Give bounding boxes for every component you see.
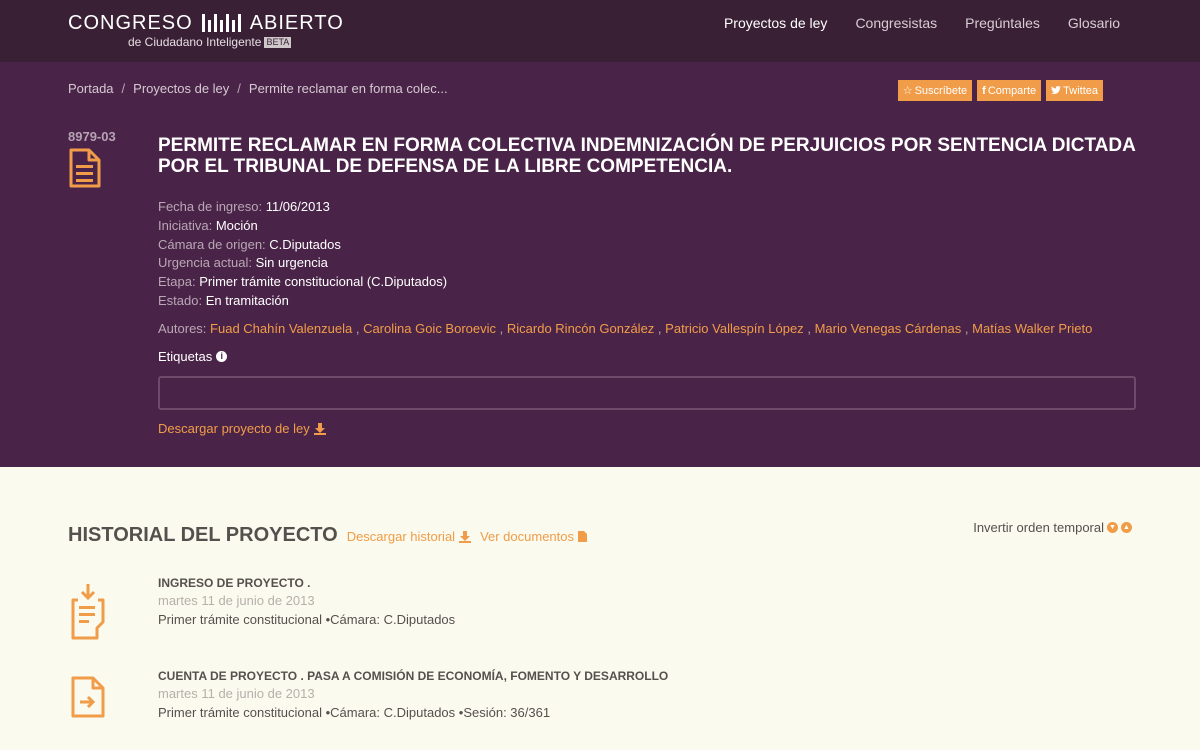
download-bill-label: Descargar proyecto de ley: [158, 421, 310, 436]
brand-bars-icon: [201, 14, 241, 32]
meta-row: Estado: En tramitación: [158, 292, 447, 311]
view-documents-link[interactable]: Ver documentos: [480, 529, 588, 544]
author-link[interactable]: Matías Walker Prieto: [972, 321, 1092, 336]
meta-value: 11/06/2013: [265, 199, 330, 214]
nav-item-glosario[interactable]: Glosario: [1068, 15, 1120, 31]
breadcrumb-separator: /: [237, 81, 241, 96]
meta-value: Sin urgencia: [255, 255, 328, 271]
facebook-icon: f: [982, 84, 986, 97]
meta-row: Urgencia actual: Sin urgencia: [158, 254, 447, 273]
author-separator: ,: [964, 321, 969, 336]
author-link[interactable]: Patricio Vallespín López: [665, 321, 804, 336]
breadcrumb-home[interactable]: Portada: [68, 81, 114, 96]
history-event: CUENTA DE PROYECTO . PASA A COMISIÓN DE …: [158, 667, 668, 722]
meta-key: Estado:: [158, 292, 203, 308]
tags-input[interactable]: [158, 376, 1136, 410]
author-link[interactable]: Carolina Goic Boroevic: [363, 321, 496, 336]
brand-name-right: ABIERTO: [249, 11, 344, 34]
meta-value: C.Diputados: [269, 236, 341, 252]
subscribe-label: Suscríbete: [914, 84, 968, 97]
document-forward-icon: [71, 676, 105, 718]
meta-row: Cámara de origen: C.Diputados: [158, 236, 447, 255]
event-title: CUENTA DE PROYECTO . PASA A COMISIÓN DE …: [158, 669, 669, 683]
download-bill-link[interactable]: Descargar proyecto de ley: [158, 421, 326, 436]
author-separator: ,: [499, 321, 504, 336]
chevron-down-icon: ▼: [1107, 522, 1118, 533]
meta-row: Fecha de ingreso: 11/06/2013: [158, 198, 447, 217]
tags-label-text: Etiquetas: [158, 349, 213, 364]
file-icon: [578, 531, 588, 542]
bill-title: PERMITE RECLAMAR EN FORMA COLECTIVA INDE…: [158, 135, 1136, 177]
top-navbar: CONGRESO ABIERTO de Ciudadano Inteligent…: [0, 0, 1200, 62]
twitter-icon: [1051, 86, 1062, 94]
download-icon: [459, 530, 472, 543]
meta-key: Iniciativa:: [158, 217, 213, 233]
history-header: HISTORIAL DEL PROYECTO Descargar histori…: [68, 524, 588, 547]
bill-metadata: Fecha de ingreso: 11/06/2013 Iniciativa:…: [158, 198, 447, 311]
breadcrumb-separator: /: [121, 81, 126, 96]
author-link[interactable]: Ricardo Rincón González: [507, 321, 654, 336]
author-separator: ,: [355, 321, 360, 336]
meta-row: Iniciativa: Moción: [158, 217, 447, 236]
share-label: Comparte: [987, 84, 1037, 97]
social-buttons: ☆ Suscríbete f Comparte Twittea: [897, 80, 1103, 101]
event-date: martes 11 de junio de 2013: [158, 593, 315, 608]
tweet-label: Twittea: [1063, 84, 1098, 97]
brand-subtitle: de Ciudadano Inteligente BETA: [128, 35, 344, 49]
tweet-button[interactable]: Twittea: [1046, 80, 1103, 101]
author-link[interactable]: Mario Venegas Cárdenas: [815, 321, 962, 336]
meta-key: Etapa:: [158, 274, 196, 290]
history-title: HISTORIAL DEL PROYECTO: [68, 524, 338, 546]
breadcrumb-current: Permite reclamar en forma colec...: [248, 81, 448, 96]
star-icon: ☆: [902, 85, 913, 97]
nav-item-congresistas[interactable]: Congresistas: [855, 15, 937, 31]
authors-label: Autores:: [158, 321, 207, 336]
document-inbox-icon: [71, 584, 105, 640]
document-icon: [69, 148, 101, 188]
breadcrumb-section[interactable]: Proyectos de ley: [133, 81, 229, 96]
meta-value: Moción: [215, 217, 258, 233]
tags-label: Etiquetas i: [158, 349, 228, 364]
meta-value: Primer trámite constitucional (C.Diputad…: [199, 274, 448, 290]
download-history-label: Descargar historial: [346, 529, 456, 544]
download-history-link[interactable]: Descargar historial: [346, 529, 472, 544]
meta-key: Fecha de ingreso:: [158, 199, 263, 214]
download-icon: [313, 422, 326, 435]
subscribe-button[interactable]: ☆ Suscríbete: [897, 80, 973, 101]
view-documents-label: Ver documentos: [480, 529, 575, 544]
meta-value: En tramitación: [205, 292, 289, 308]
breadcrumb: Portada / Proyectos de ley / Permite rec…: [68, 81, 448, 96]
meta-key: Cámara de origen:: [158, 236, 266, 252]
meta-key: Urgencia actual:: [158, 255, 252, 271]
event-description: Primer trámite constitucional •Cámara: C…: [158, 705, 551, 720]
nav-item-proyectos[interactable]: Proyectos de ley: [724, 15, 828, 31]
history-event: INGRESO DE PROYECTO . martes 11 de junio…: [158, 574, 455, 629]
nav-item-preguntales[interactable]: Pregúntales: [965, 15, 1040, 31]
bill-id: 8979-03: [68, 129, 116, 144]
bill-summary-section: Portada / Proyectos de ley / Permite rec…: [0, 62, 1200, 467]
brand-name-left: CONGRESO: [68, 11, 193, 34]
author-link[interactable]: Fuad Chahín Valenzuela: [210, 321, 352, 336]
brand-sub-text: de Ciudadano Inteligente: [128, 35, 262, 49]
event-title: INGRESO DE PROYECTO .: [158, 576, 311, 590]
beta-badge: BETA: [264, 36, 292, 48]
invert-order-label: Invertir orden temporal: [973, 520, 1104, 535]
info-icon[interactable]: i: [216, 351, 228, 362]
event-description: Primer trámite constitucional •Cámara: C…: [158, 612, 456, 627]
authors-list: Autores: Fuad Chahín Valenzuela , Caroli…: [158, 321, 1092, 336]
meta-row: Etapa: Primer trámite constitucional (C.…: [158, 273, 447, 292]
event-date: martes 11 de junio de 2013: [158, 686, 315, 701]
share-button[interactable]: f Comparte: [977, 80, 1042, 101]
main-nav: Proyectos de ley Congresistas Pregúntale…: [724, 15, 1120, 31]
author-separator: ,: [657, 321, 662, 336]
invert-order-button[interactable]: Invertir orden temporal ▼ ▲: [973, 520, 1132, 535]
brand-logo[interactable]: CONGRESO ABIERTO de Ciudadano Inteligent…: [68, 10, 344, 50]
brand-title: CONGRESO ABIERTO: [68, 10, 344, 36]
author-separator: ,: [807, 321, 811, 336]
chevron-up-icon: ▲: [1121, 522, 1132, 533]
